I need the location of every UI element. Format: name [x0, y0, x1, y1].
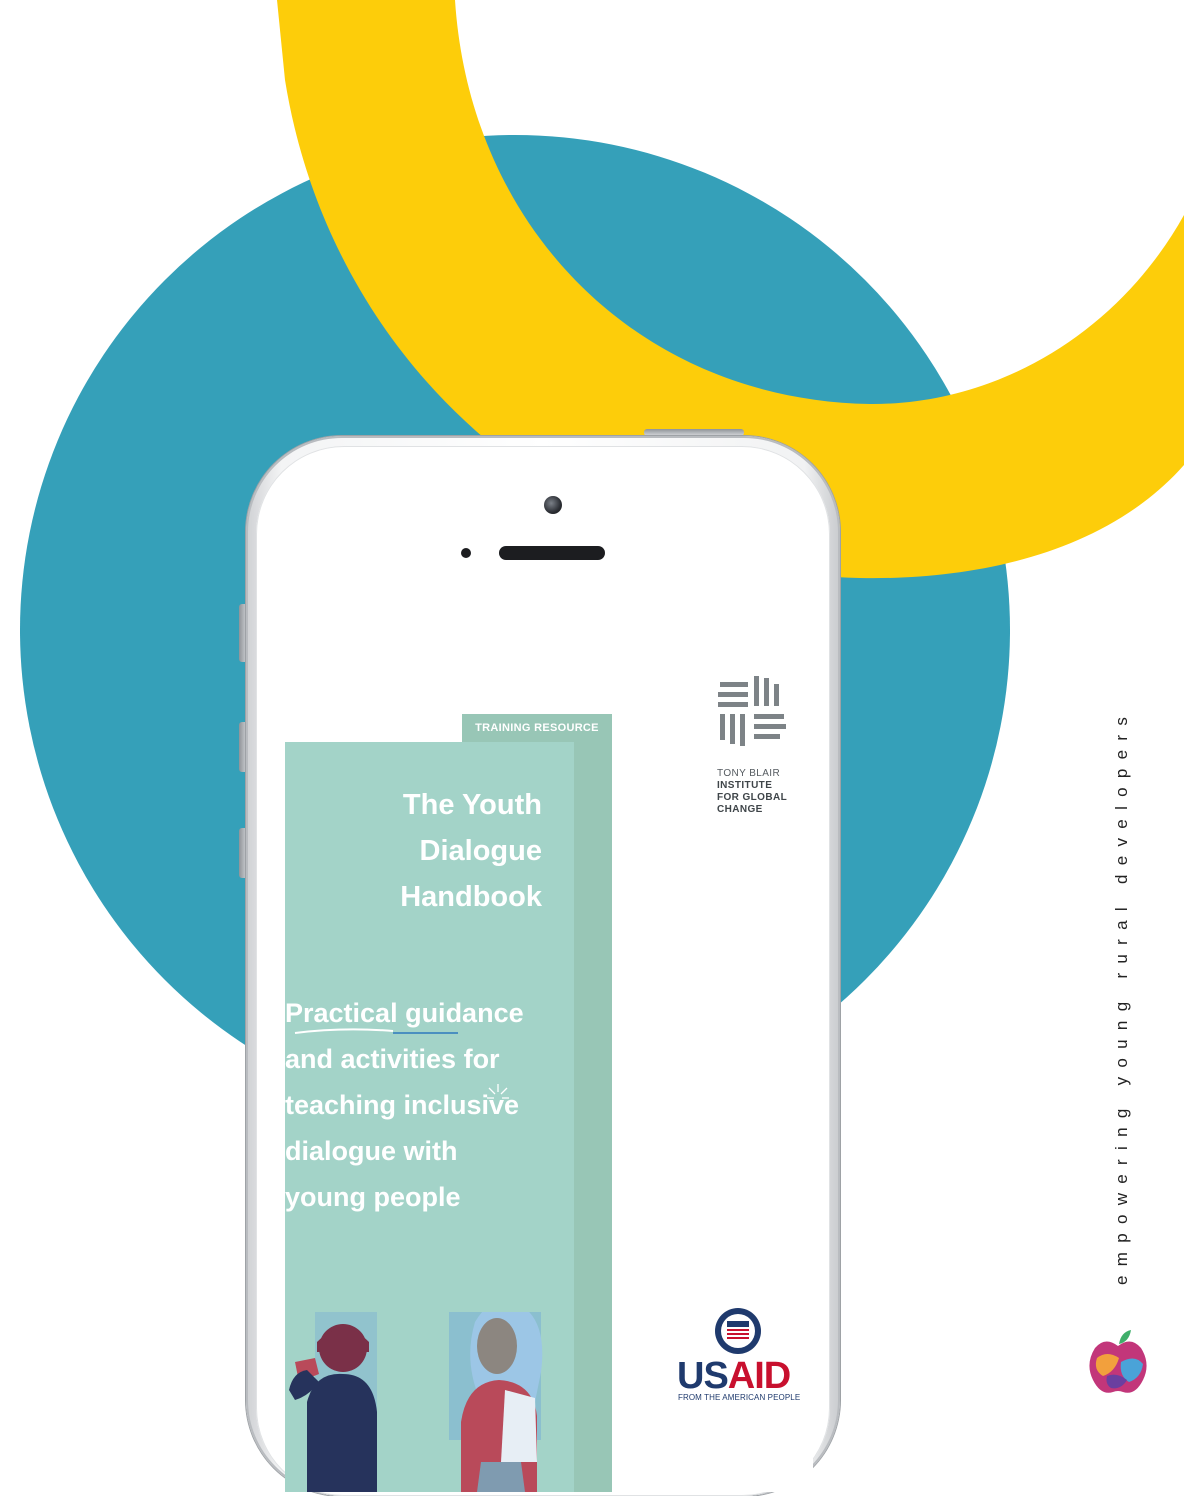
side-tagline: empowering young rural developers — [1112, 707, 1131, 1285]
usaid-us: US — [677, 1355, 729, 1397]
brand-apple-logo-icon — [1089, 1330, 1147, 1393]
youth-illustration — [289, 1312, 543, 1492]
training-resource-tag: TRAINING RESOURCE — [475, 722, 599, 734]
tbi-wordmark: TONY BLAIR INSTITUTE FOR GLOBAL CHANGE — [717, 768, 813, 816]
phone-screen: TRAINING RESOURCE The Youth Dialogue Han… — [285, 612, 813, 1492]
usaid-tagline: FROM THE AMERICAN PEOPLE — [678, 1393, 801, 1402]
sensor-icon — [461, 548, 471, 558]
cover-title-line: Dialogue — [419, 835, 542, 867]
tbi-line: FOR GLOBAL — [717, 792, 788, 803]
usaid-aid: AID — [727, 1355, 791, 1397]
usaid-wordmark: USAID — [677, 1355, 791, 1397]
speaker-icon — [499, 546, 605, 560]
underline-doodle-icon — [294, 1028, 458, 1034]
cover-title-line: The Youth — [402, 789, 542, 821]
usaid-seal-icon — [715, 1308, 761, 1354]
cover-subtitle-line: and activities for — [285, 1044, 500, 1074]
tbi-logo-icon — [714, 672, 790, 748]
sparkle-doodle-icon — [487, 1084, 509, 1099]
cover-subtitle-line: teaching inclusive — [285, 1090, 520, 1120]
cover-title: The Youth Dialogue Handbook — [345, 782, 542, 920]
phone-power-button — [644, 429, 744, 436]
cover-subtitle-line: dialogue with — [285, 1136, 458, 1166]
camera-icon — [544, 496, 562, 514]
phone-face: TRAINING RESOURCE The Youth Dialogue Han… — [256, 446, 830, 1496]
tbi-line: INSTITUTE — [717, 780, 773, 791]
cover-subtitle-line: young people — [285, 1182, 461, 1212]
tbi-line: TONY BLAIR — [717, 768, 781, 779]
phone-frame: TRAINING RESOURCE The Youth Dialogue Han… — [246, 436, 840, 1496]
tbi-line: CHANGE — [717, 804, 763, 815]
cover-title-line: Handbook — [400, 881, 542, 913]
